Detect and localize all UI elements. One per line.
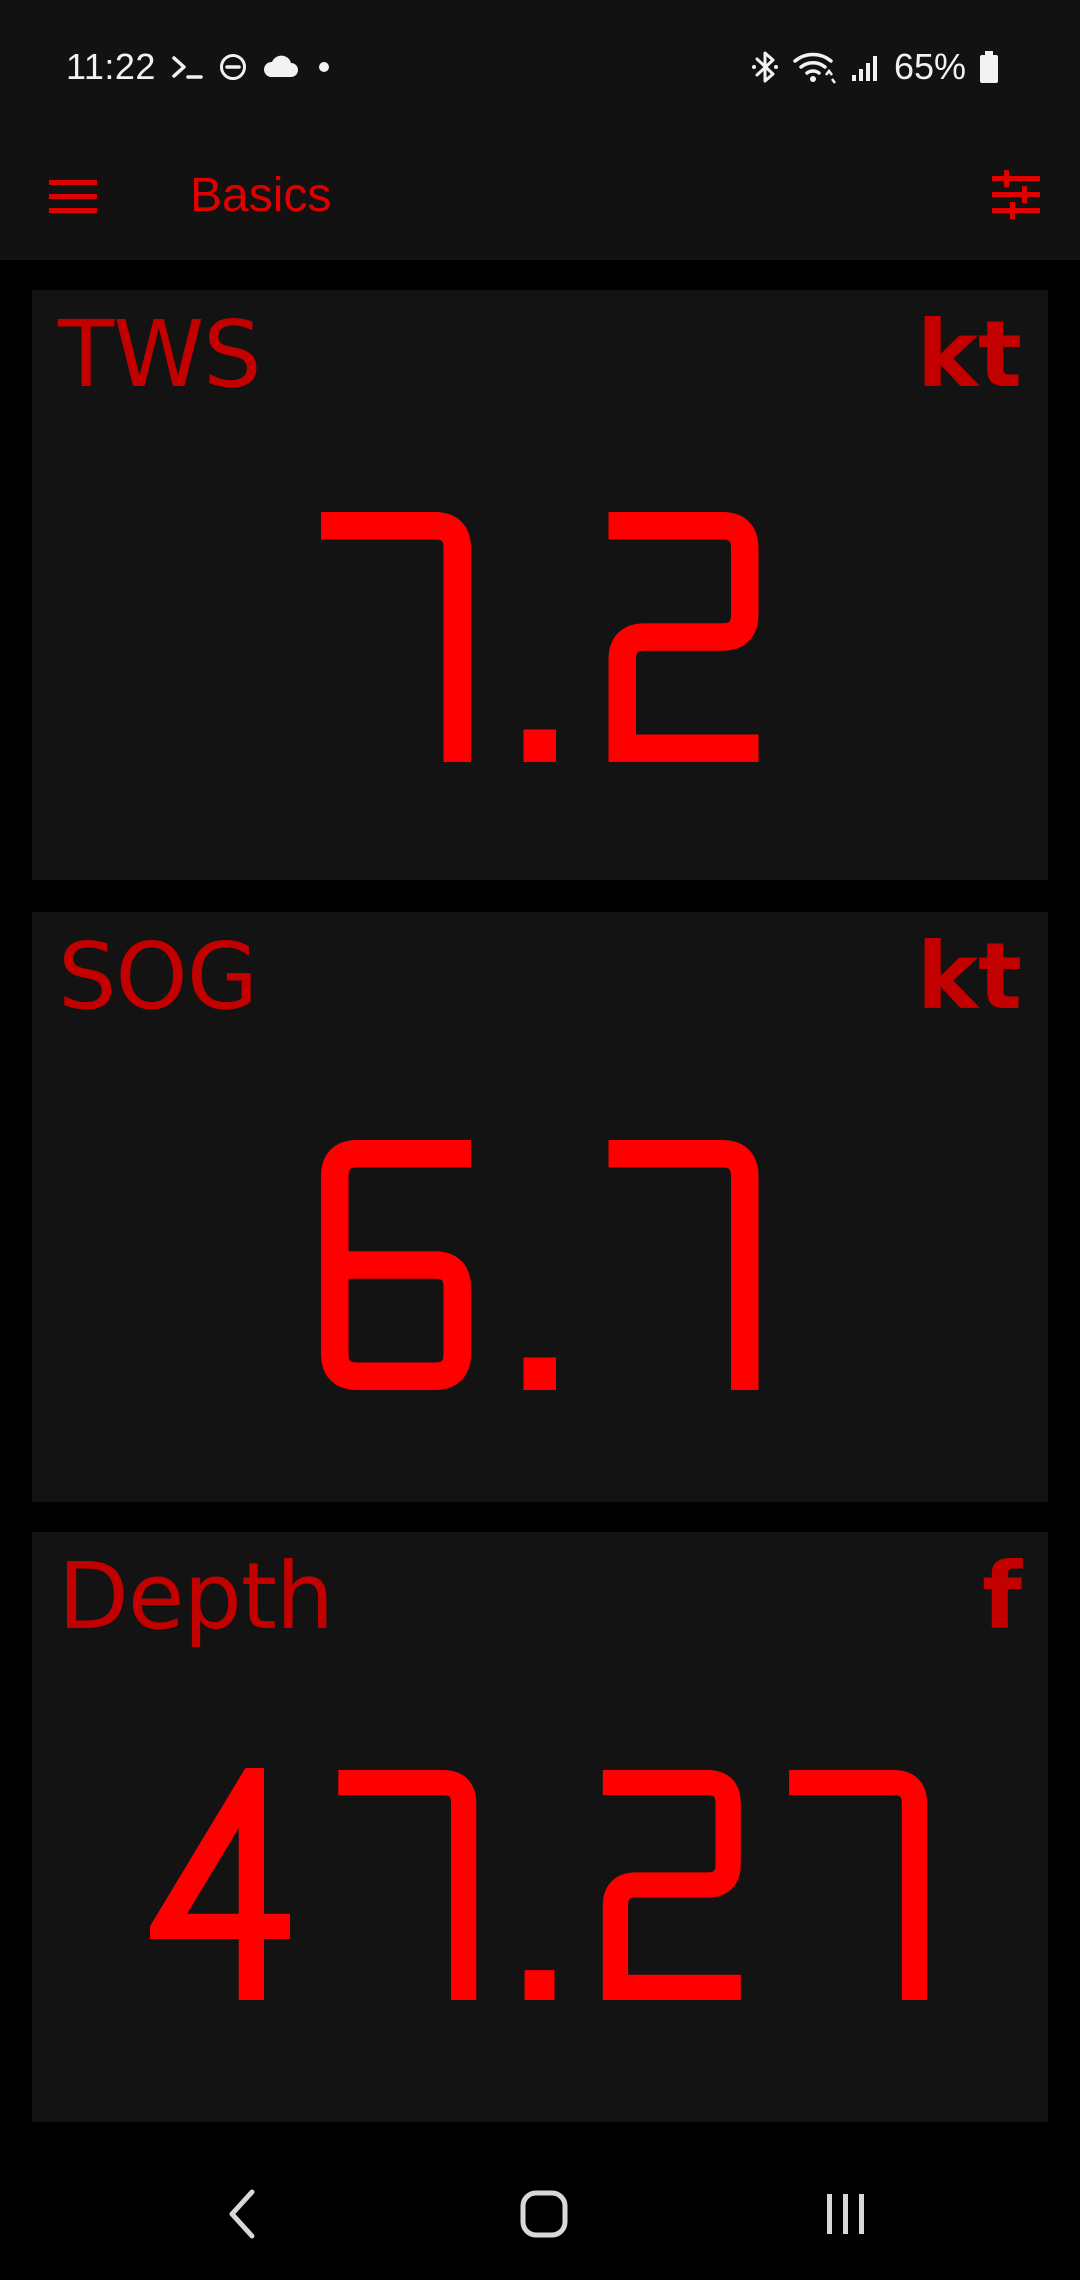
digit-7 [789, 1770, 928, 2000]
home-icon [520, 2190, 568, 2238]
dot-icon [318, 62, 329, 72]
digit-2 [602, 1770, 741, 2000]
tune-settings-button[interactable] [980, 162, 1052, 228]
decimal-point [523, 729, 556, 762]
sog-value-display [321, 1140, 759, 1390]
panel-unit-depth: f [981, 1543, 1022, 1650]
bluetooth-icon [751, 51, 778, 83]
menu-button[interactable] [36, 166, 110, 226]
panel-depth[interactable]: Depth f [32, 1532, 1048, 2122]
digit-2 [608, 512, 759, 762]
panel-unit-sog: kt [916, 923, 1022, 1030]
panel-unit-tws: kt [916, 301, 1022, 408]
signal-icon [851, 56, 877, 81]
app-bar: Basics [0, 132, 1080, 260]
battery-icon [980, 51, 998, 83]
depth-value-display [150, 1768, 928, 2000]
digit-4 [150, 1768, 290, 2000]
tws-value-display [321, 512, 759, 762]
panel-label-depth: Depth [58, 1543, 334, 1650]
recents-button[interactable] [796, 2172, 896, 2256]
panel-value-depth [32, 1768, 1048, 2002]
battery-percent: 65% [893, 46, 966, 87]
panel-value-tws [32, 510, 1048, 764]
digit-6 [321, 1140, 471, 1390]
panel-label-sog: SOG [58, 923, 258, 1030]
nav-bar [0, 2148, 1080, 2280]
status-left: 11:22 [66, 42, 334, 92]
panel-label-tws: TWS [58, 301, 262, 408]
panel-sog[interactable]: SOG kt [32, 912, 1048, 1502]
status-bar: 11:22 65% [0, 0, 1080, 132]
back-icon [229, 2189, 255, 2239]
terminal-icon [172, 56, 203, 79]
do-not-disturb-icon [219, 54, 246, 80]
digit-7 [338, 1770, 477, 2000]
back-button[interactable] [192, 2172, 292, 2256]
tune-settings-icon [992, 170, 1040, 219]
recents-icon [827, 2194, 864, 2234]
digit-7 [321, 512, 471, 762]
decimal-point [524, 1970, 555, 2000]
decimal-point [523, 1357, 556, 1390]
wifi-icon [793, 52, 836, 84]
cloud-icon [263, 55, 298, 77]
panel-value-sog [32, 1138, 1048, 1392]
status-time: 11:22 [66, 46, 156, 87]
panel-tws[interactable]: TWS kt [32, 290, 1048, 880]
hamburger-menu-icon [49, 180, 97, 213]
digit-7 [608, 1140, 759, 1390]
page-title: Basics [190, 169, 332, 222]
home-button[interactable] [494, 2172, 594, 2256]
status-right: 65% [750, 42, 1000, 92]
